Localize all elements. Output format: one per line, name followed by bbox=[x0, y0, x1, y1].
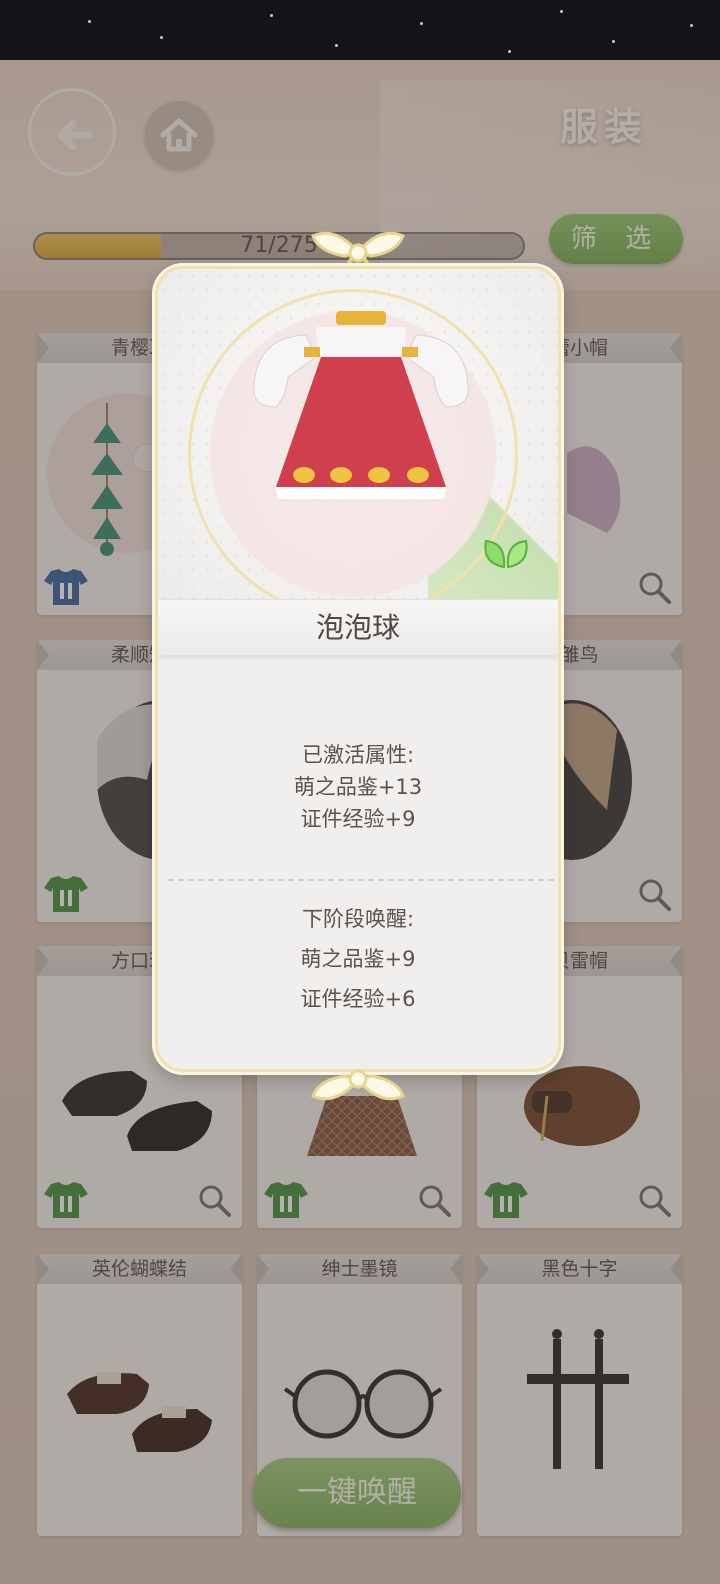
item-detail-modal: 泡泡球 已激活属性: 萌之品鉴+13 证件经验+9 下阶段唤醒: 萌之品鉴+9 … bbox=[155, 231, 561, 1101]
dress-image bbox=[253, 311, 469, 499]
next-stage-attributes: 下阶段唤醒: 萌之品鉴+9 证件经验+6 bbox=[158, 899, 558, 1019]
next-attr: 证件经验+6 bbox=[300, 987, 416, 1011]
item-name: 泡泡球 bbox=[158, 599, 558, 655]
bow-icon bbox=[311, 1069, 405, 1101]
dashed-divider bbox=[168, 879, 554, 881]
activated-attributes: 已激活属性: 萌之品鉴+13 证件经验+9 bbox=[158, 739, 558, 835]
next-heading: 下阶段唤醒: bbox=[301, 907, 415, 931]
activated-attr: 证件经验+9 bbox=[300, 807, 416, 831]
activated-heading: 已激活属性: bbox=[301, 743, 415, 767]
status-strip bbox=[0, 0, 720, 60]
leaf-icon bbox=[484, 539, 528, 569]
activated-attr: 萌之品鉴+13 bbox=[293, 775, 423, 799]
next-attr: 萌之品鉴+9 bbox=[300, 947, 416, 971]
item-showcase bbox=[158, 269, 558, 619]
modal-card: 泡泡球 已激活属性: 萌之品鉴+13 证件经验+9 下阶段唤醒: 萌之品鉴+9 … bbox=[155, 266, 561, 1072]
